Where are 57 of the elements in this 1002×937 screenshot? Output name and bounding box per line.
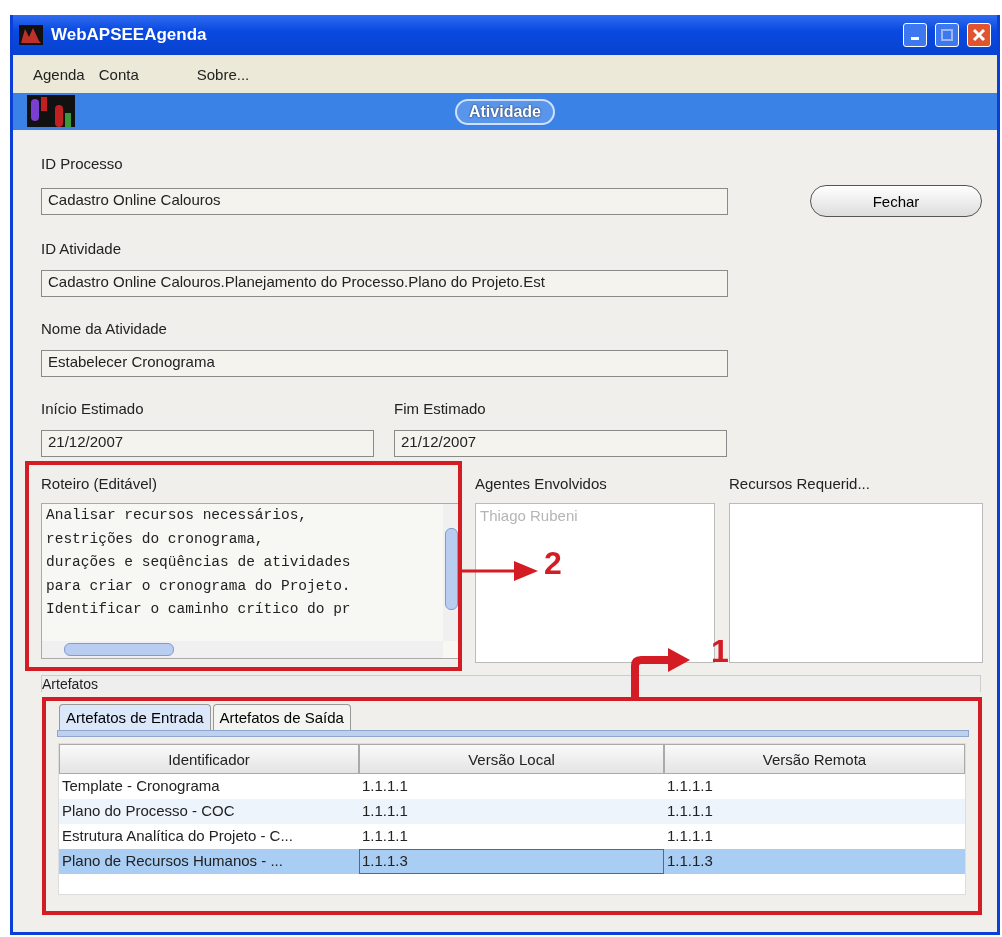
table-cell-text: Plano de Recursos Humanos - ... xyxy=(61,851,284,871)
table-cell-text: 1.1.1.1 xyxy=(666,776,714,796)
field-label: Início Estimado xyxy=(41,400,145,419)
input-field[interactable]: Cadastro Online Calouros.Planejamento do Processo.Plano do Projeto.Est xyxy=(41,270,728,297)
input-field[interactable]: Cadastro Online Calouros xyxy=(41,187,728,215)
section-title: Atividade xyxy=(455,98,555,125)
table-cell-text: 1.1.1.1 xyxy=(666,801,714,821)
table-cell: 1.1.1.3 xyxy=(359,849,664,874)
column-header[interactable]: Identificador xyxy=(59,744,359,774)
table-row[interactable]: Estrutura Analítica do Projeto - C... 1.1.1.1 1.1.1.1 xyxy=(59,824,965,849)
table-cell-text: Plano do Processo - COC xyxy=(61,801,236,821)
close-icon xyxy=(972,28,986,42)
tab[interactable]: Artefatos de Saída xyxy=(212,704,351,730)
input-field[interactable]: 21/12/2007 xyxy=(394,430,727,457)
tab[interactable]: Artefatos de Entrada xyxy=(59,704,211,730)
menu-item[interactable]: Sobre... xyxy=(196,65,250,83)
table-row[interactable]: Plano de Recursos Humanos - ... 1.1.1.3 1.1.1.3 xyxy=(59,849,965,874)
maximize-button[interactable] xyxy=(935,23,959,47)
horizontal-scrollbar[interactable] xyxy=(42,641,443,658)
table-cell-text: Estrutura Analítica do Projeto - C... xyxy=(61,826,294,846)
table-row[interactable]: Plano do Processo - COC 1.1.1.1 1.1.1.1 xyxy=(59,799,965,824)
close-dialog-button[interactable]: Fechar xyxy=(810,185,982,217)
logo-icon xyxy=(27,95,75,127)
field-label: Recursos Requerid... xyxy=(729,475,871,494)
table-cell-text: 1.1.1.1 xyxy=(361,776,409,796)
close-button[interactable] xyxy=(967,23,991,47)
minimize-icon xyxy=(911,37,919,40)
window-title: WebAPSEEAgenda xyxy=(51,25,208,45)
table-cell-text: 1.1.1.3 xyxy=(666,851,714,871)
text-area[interactable]: Analisar recursos necessários, restrições do cronograma, durações e seqüências de atividades para criar o cronograma do Projeto. Identificar o caminho crítico do pr xyxy=(41,503,461,659)
table-cell-text: Template - Cronograma xyxy=(61,776,221,796)
field-label: ID Atividade xyxy=(41,240,123,259)
input-field[interactable]: 21/12/2007 xyxy=(41,430,374,457)
annotation-number: 2 xyxy=(544,545,562,582)
menu-item[interactable]: Agenda xyxy=(33,65,85,83)
field-label: Roteiro (Editável) xyxy=(41,475,158,494)
field-label: ID Processo xyxy=(41,155,124,174)
column-header[interactable]: Versão Local xyxy=(359,744,664,774)
maximize-icon xyxy=(941,29,953,41)
column-header[interactable]: Versão Remota xyxy=(664,744,965,774)
menu-item[interactable]: Conta xyxy=(98,65,139,83)
group-label: Artefatos xyxy=(41,675,981,692)
minimize-button[interactable] xyxy=(903,23,927,47)
text-line: Identificar o caminho crítico do pr xyxy=(46,600,352,619)
table-cell-text: 1.1.1.1 xyxy=(361,801,409,821)
app-icon xyxy=(19,25,43,45)
input-field[interactable]: Estabelecer Cronograma xyxy=(41,350,728,377)
field-label: Fim Estimado xyxy=(394,400,487,419)
table-cell-text: 1.1.1.1 xyxy=(361,826,409,846)
text-line: para criar o cronograma do Projeto. xyxy=(46,576,352,596)
field-label: Agentes Envolvidos xyxy=(475,475,608,494)
text-line: restrições do cronograma, xyxy=(46,529,265,549)
table-cell-text: 1.1.1.1 xyxy=(666,826,714,846)
text-line: Analisar recursos necessários, xyxy=(46,506,309,525)
text-line: durações e seqüências de atividades xyxy=(46,553,352,572)
table-row[interactable]: Template - Cronograma 1.1.1.1 1.1.1.1 xyxy=(59,774,965,799)
field-label: Nome da Atividade xyxy=(41,320,168,339)
